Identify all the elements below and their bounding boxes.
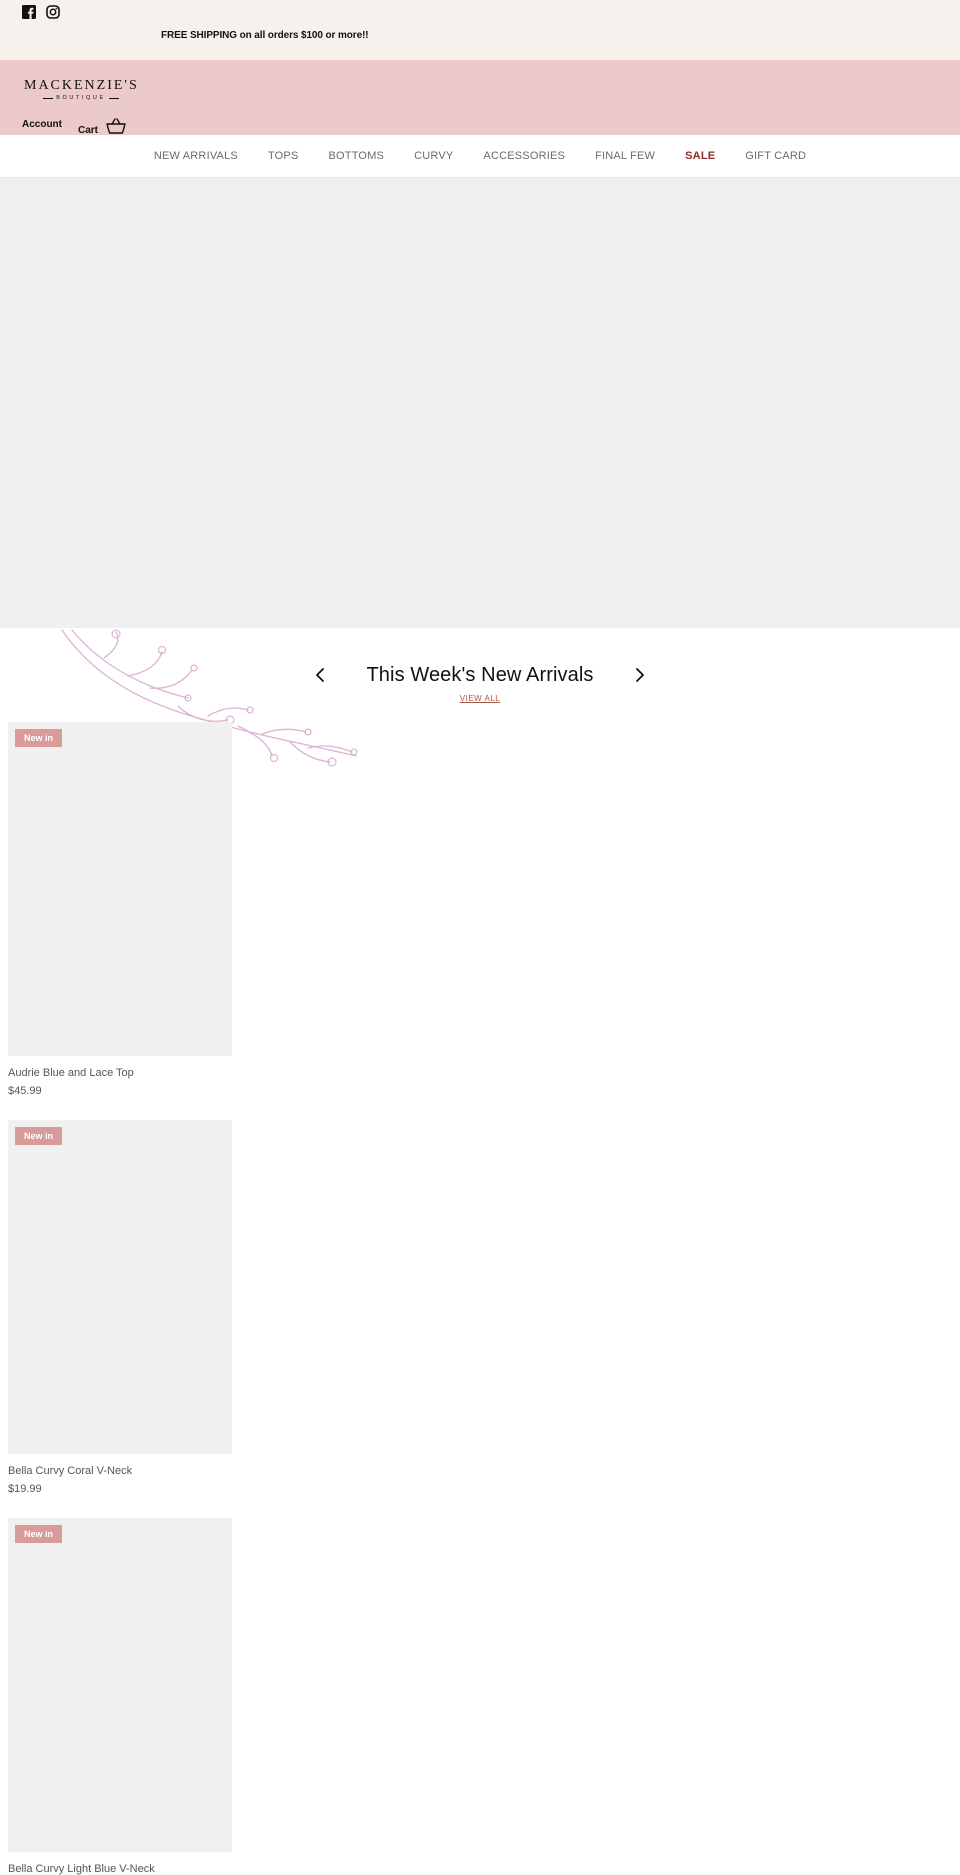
announcement-bar: FREE SHIPPING on all orders $100 or more… xyxy=(0,0,960,60)
nav-item-tops[interactable]: TOPS xyxy=(253,150,314,162)
announcement-text: FREE SHIPPING on all orders $100 or more… xyxy=(161,30,369,41)
nav-item-final-few[interactable]: FINAL FEW xyxy=(580,150,670,162)
product-price: $45.99 xyxy=(8,1085,42,1097)
logo-sub-text: BOUTIQUE xyxy=(24,95,138,101)
new-in-badge: New in xyxy=(15,1127,63,1145)
chevron-left-icon[interactable] xyxy=(302,663,338,687)
nav-item-bottoms[interactable]: BOTTOMS xyxy=(314,150,400,162)
product-card[interactable]: New in Bella Curvy Light Blue V-Neck xyxy=(8,1518,232,1875)
nav-item-curvy[interactable]: CURVY xyxy=(399,150,468,162)
view-all-link[interactable]: VIEW ALL xyxy=(0,694,960,703)
site-header: MACKENZIE'S BOUTIQUE Account Cart xyxy=(0,60,960,136)
instagram-icon[interactable] xyxy=(46,5,60,19)
site-logo[interactable]: MACKENZIE'S BOUTIQUE xyxy=(24,78,138,101)
product-price: $19.99 xyxy=(8,1483,42,1495)
product-image[interactable]: New in xyxy=(8,722,232,1056)
product-image[interactable]: New in xyxy=(8,1120,232,1454)
product-title[interactable]: Bella Curvy Light Blue V-Neck xyxy=(8,1863,232,1875)
chevron-right-icon[interactable] xyxy=(622,663,658,687)
nav-item-sale[interactable]: SALE xyxy=(670,150,730,162)
product-image[interactable]: New in xyxy=(8,1518,232,1852)
nav-item-new-arrivals[interactable]: NEW ARRIVALS xyxy=(139,150,253,162)
facebook-icon[interactable] xyxy=(22,5,36,19)
new-in-badge: New in xyxy=(15,729,63,747)
social-links xyxy=(22,5,60,19)
new-arrivals-header: This Week's New Arrivals xyxy=(0,663,960,687)
nav-item-accessories[interactable]: ACCESSORIES xyxy=(468,150,580,162)
hero-banner[interactable] xyxy=(0,178,960,628)
section-title: This Week's New Arrivals xyxy=(366,663,594,686)
nav-item-gift-card[interactable]: GIFT CARD xyxy=(730,150,821,162)
product-card[interactable]: New in Bella Curvy Coral V-Neck $19.99 xyxy=(8,1120,232,1495)
account-link[interactable]: Account xyxy=(22,119,62,130)
product-title[interactable]: Bella Curvy Coral V-Neck xyxy=(8,1465,232,1477)
logo-main-text: MACKENZIE'S xyxy=(24,78,139,93)
product-title[interactable]: Audrie Blue and Lace Top xyxy=(8,1067,232,1079)
product-card[interactable]: New in Audrie Blue and Lace Top $45.99 xyxy=(8,722,232,1097)
new-in-badge: New in xyxy=(15,1525,63,1543)
main-nav: NEW ARRIVALS TOPS BOTTOMS CURVY ACCESSOR… xyxy=(0,135,960,178)
